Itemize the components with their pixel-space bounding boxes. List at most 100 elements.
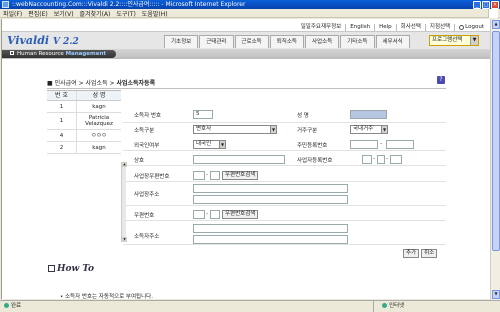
menu-file[interactable]: 파일(F) [3,9,22,18]
address-field-2[interactable] [193,235,348,244]
foreigner-select[interactable]: 내국인 ▼ [193,140,226,149]
list-item[interactable]: 4 ㅇㅇㅇ [47,130,121,142]
zip-search-button[interactable]: 우편번호검색 [222,210,259,219]
rrn-field-2[interactable] [386,140,414,149]
globe-icon [382,303,387,308]
tab-attendance[interactable]: 근태관리 [199,35,234,48]
breadcrumb-1[interactable]: 인사급여 [55,80,77,87]
add-button[interactable]: 추가 [403,249,420,258]
biz-address-field-1[interactable] [193,184,348,193]
name-field[interactable] [350,110,387,119]
howto-text: How To [57,264,95,274]
biz-zip-search-button[interactable]: 우편번호검색 [222,171,259,180]
hrm-bar: Human Resource Management [2,49,490,59]
howto-heading: How To [48,264,94,274]
chevron-down-icon: ▼ [470,36,478,45]
list-item[interactable]: 1 kagn [47,101,121,113]
close-button[interactable]: × [491,0,499,9]
chevron-down-icon: ▼ [219,141,225,148]
income-number-label: 소득자 번호 [134,113,162,119]
row-number: 1 [47,113,77,129]
zip-label: 우편번호 [134,213,155,219]
income-number-field[interactable]: 5 [193,110,213,119]
company-field[interactable] [193,155,285,164]
scroll-thumb[interactable] [492,31,500,251]
program-select[interactable]: 프로그램선택 ▼ [429,35,479,46]
bullet-icon: ■ [47,80,55,87]
divider [47,88,446,89]
bizreg-separator-1: - [373,156,375,162]
maximize-button[interactable]: □ [482,0,490,9]
row-name: kagn [92,103,106,110]
form-actions: 추가 취소 [403,249,438,258]
breadcrumb-2[interactable]: 사업소득 [86,80,108,87]
list-item[interactable]: 2 kagn [47,142,121,154]
menu-view[interactable]: 보기(V) [54,9,74,18]
topnav-branch[interactable]: 지점선택 [424,24,454,31]
header-band: Vivaldi V 2.2 기초정보 근태관리 근로소득 퇴직소득 사업소득 기… [2,31,490,49]
main-tabs: 기초정보 근태관리 근로소득 퇴직소득 사업소득 기타소득 세무서식 [164,35,410,48]
status-bar: 완료 인터넷 [0,300,500,312]
tab-earned-income[interactable]: 근로소득 [234,35,269,48]
cancel-button[interactable]: 취소 [421,249,438,258]
biz-zip-separator: - [206,172,208,178]
tab-other-income[interactable]: 기타소득 [340,35,375,48]
biz-address-label: 사업장주소 [134,192,160,198]
menu-tools[interactable]: 도구(T) [116,9,135,18]
biz-zip-field-2[interactable] [210,171,220,180]
biz-address-field-2[interactable] [193,195,348,204]
row-separator [123,220,446,221]
col-number-header: 번 호 [47,91,77,100]
company-label: 상호 [134,158,145,164]
tab-retirement-income[interactable]: 퇴직소득 [269,35,304,48]
square-icon [10,51,14,55]
foreigner-label: 외국인여부 [134,143,160,149]
tab-business-income[interactable]: 사업소득 [305,35,340,48]
tab-tax-forms[interactable]: 세무서식 [375,35,410,48]
logout-label: Logout [465,24,484,30]
row-separator [123,205,446,206]
topnav-finance[interactable]: 일일주요재무정보 [297,24,345,31]
rrn-field-1[interactable] [350,140,378,149]
scroll-up-icon[interactable]: ▲ [122,162,127,167]
bizreg-field-2[interactable] [377,155,385,164]
howto-icon [48,265,55,272]
zone-text: 인터넷 [389,303,405,309]
topnav-company[interactable]: 회사선택 [395,24,425,31]
bizreg-label: 사업자등록번호 [297,158,333,164]
income-type-label: 소득구분 [134,128,155,134]
logout-link[interactable]: Logout [454,24,488,31]
menu-favorites[interactable]: 즐겨찾기(A) [80,9,111,18]
tab-basic-info[interactable]: 기초정보 [164,35,199,48]
income-type-select[interactable]: 변호사 ▼ [193,125,277,134]
residence-select[interactable]: 국내거주 ▼ [350,125,388,134]
biz-zip-label: 사업장우편번호 [134,174,170,180]
bizreg-field-3[interactable] [390,155,402,164]
help-icon[interactable]: ? [437,76,445,84]
bizreg-field-1[interactable] [362,155,372,164]
logo-version: V 2.2 [52,37,79,47]
topnav-help[interactable]: Help [374,24,396,31]
list-scrollbar[interactable]: ▲ ▼ [121,162,127,242]
list-item[interactable]: 1 Patricia Velazquez [47,113,121,130]
menu-edit[interactable]: 편집(E) [28,9,48,18]
menu-bar: 파일(F) 편집(E) 보기(V) 즐겨찾기(A) 도구(T) 도움말(H) [0,9,500,18]
scroll-up-icon[interactable]: ▲ [492,20,500,29]
biz-zip-field-1[interactable] [193,171,205,180]
address-field-1[interactable] [193,224,348,233]
browser-scrollbar[interactable]: ▲ ▼ [490,19,500,300]
scroll-down-icon[interactable]: ▼ [122,237,127,242]
row-number: 4 [47,130,77,141]
hrm-label: Human Resource Management [2,50,117,58]
zip-field-2[interactable] [210,210,220,219]
minimize-button[interactable]: _ [473,0,481,9]
scroll-down-icon[interactable]: ▼ [492,290,500,299]
zip-field-1[interactable] [193,210,205,219]
row-number: 2 [47,142,77,153]
topnav-english[interactable]: English [345,24,374,31]
menu-help[interactable]: 도움말(H) [142,9,168,18]
list-header: 번 호 성 명 [47,91,121,101]
row-number: 1 [47,101,77,112]
window-controls: _ □ × [473,0,499,9]
row-separator [123,244,446,245]
